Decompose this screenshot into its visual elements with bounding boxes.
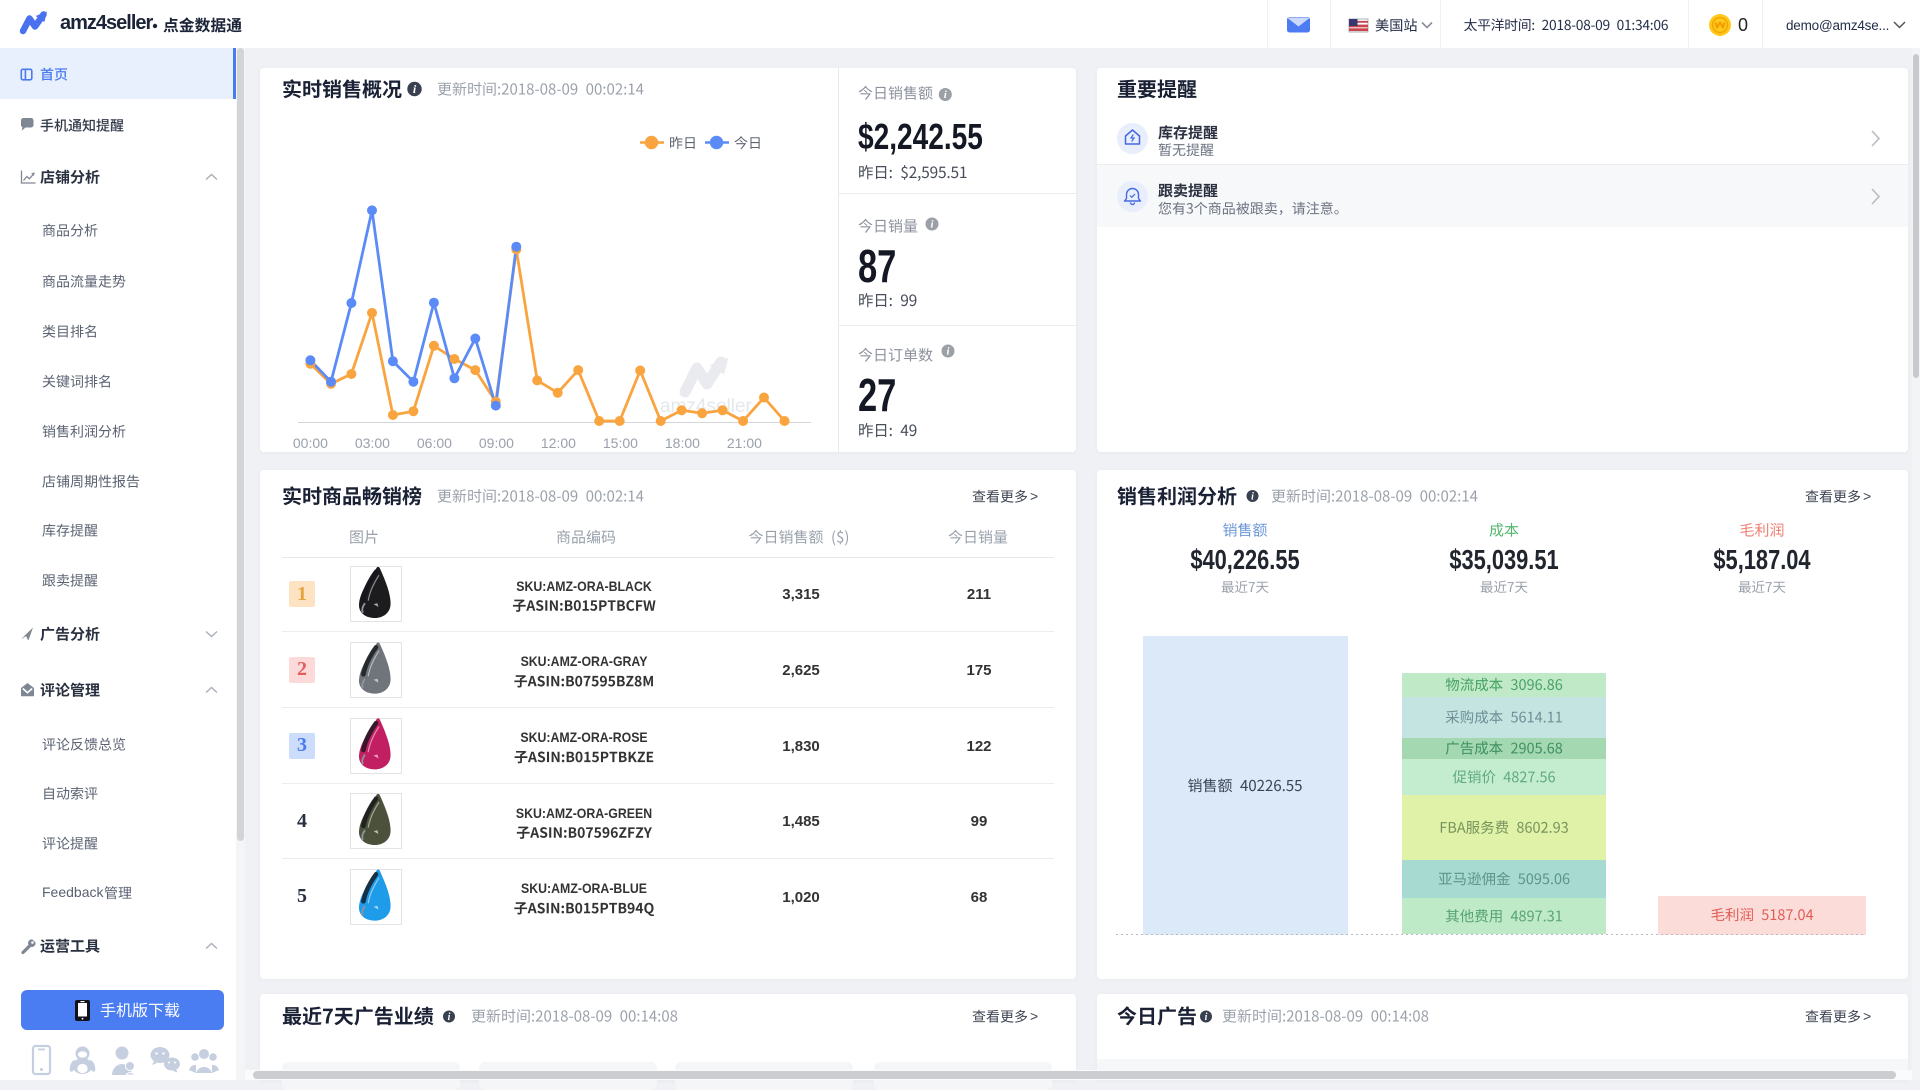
svg-text:i: i <box>448 1012 451 1023</box>
svg-text:i: i <box>1251 491 1254 502</box>
svg-text:i: i <box>1205 1012 1208 1023</box>
